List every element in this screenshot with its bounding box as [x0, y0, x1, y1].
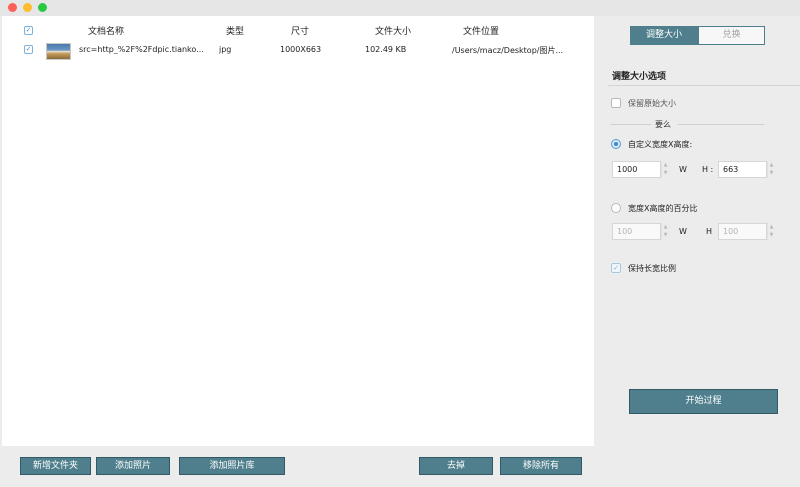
column-header-dimensions[interactable]: 尺寸	[291, 24, 309, 37]
or-divider-right	[678, 124, 764, 125]
keep-ratio-label: 保持长宽比例	[628, 264, 676, 273]
percent-height-label: H	[706, 227, 713, 236]
resize-options-title: 调整大小选项	[612, 72, 667, 82]
keep-original-label: 保留原始大小	[628, 99, 676, 108]
start-process-button[interactable]: 开始过程	[629, 389, 778, 414]
window-maximize-button[interactable]	[38, 3, 47, 12]
percent-size-radio[interactable]	[611, 203, 621, 213]
custom-size-label: 自定义宽度X高度:	[628, 140, 693, 149]
custom-height-input[interactable]: 663	[718, 161, 767, 178]
custom-height-label: H :	[702, 165, 714, 174]
select-all-checkbox[interactable]: ✓	[24, 26, 33, 35]
file-size-cell: 102.49 KB	[365, 45, 407, 54]
percent-width-label: W	[679, 227, 687, 236]
window-close-button[interactable]	[8, 3, 17, 12]
percent-height-stepper[interactable]: ▲ ▼	[767, 223, 775, 240]
keep-original-checkbox[interactable]	[611, 98, 621, 108]
custom-width-stepper[interactable]: ▲ ▼	[661, 161, 669, 178]
add-photo-button[interactable]: 添加照片	[96, 457, 170, 475]
add-photo-library-button[interactable]: 添加照片库	[179, 457, 285, 475]
column-header-size[interactable]: 文件大小	[375, 24, 411, 37]
file-list-panel: ✓ 文档名称 类型 尺寸 文件大小 文件位置 ✓ src=http_%2F%2F…	[2, 16, 594, 446]
remove-all-button[interactable]: 移除所有	[500, 457, 582, 475]
new-folder-button[interactable]: 新增文件夹	[20, 457, 91, 475]
image-thumbnail	[46, 43, 71, 60]
options-sidebar: 调整大小 兑换 调整大小选项 保留原始大小 要么 自定义宽度X高度: 1000 …	[598, 16, 800, 487]
window-titlebar	[0, 0, 800, 16]
column-header-type[interactable]: 类型	[226, 24, 244, 37]
custom-size-radio[interactable]	[611, 139, 621, 149]
custom-height-stepper[interactable]: ▲ ▼	[767, 161, 775, 178]
file-type-cell: jpg	[219, 45, 232, 54]
file-dimensions-cell: 1000X663	[280, 45, 322, 54]
or-divider-left	[610, 124, 651, 125]
file-name-cell: src=http_%2F%2Fdpic.tianko...	[79, 45, 204, 54]
percent-width-stepper[interactable]: ▲ ▼	[661, 223, 669, 240]
tab-resize[interactable]: 调整大小	[630, 26, 698, 45]
or-label: 要么	[655, 120, 671, 129]
column-header-location[interactable]: 文件位置	[463, 24, 499, 37]
percent-size-label: 宽度X高度的百分比	[628, 204, 698, 213]
percent-width-input[interactable]: 100	[612, 223, 661, 240]
window-minimize-button[interactable]	[23, 3, 32, 12]
custom-width-input[interactable]: 1000	[612, 161, 661, 178]
row-checkbox[interactable]: ✓	[24, 45, 33, 54]
custom-width-label: W	[679, 165, 687, 174]
section-divider	[608, 85, 800, 86]
tab-convert[interactable]: 兑换	[698, 26, 765, 45]
file-location-cell: /Users/macz/Desktop/图片...	[452, 46, 564, 55]
remove-button[interactable]: 去掉	[419, 457, 493, 475]
keep-ratio-checkbox[interactable]: ✓	[611, 263, 621, 273]
column-header-name[interactable]: 文档名称	[88, 24, 124, 37]
percent-height-input[interactable]: 100	[718, 223, 767, 240]
